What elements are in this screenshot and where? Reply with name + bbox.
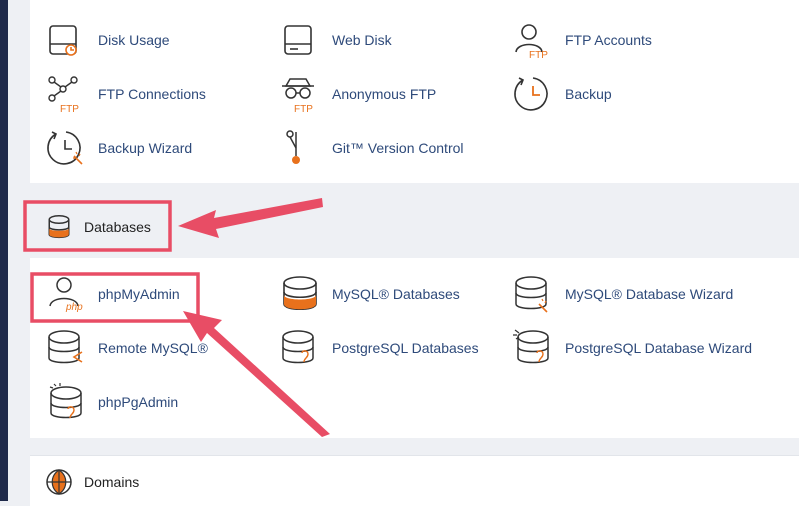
- svg-text:FTP: FTP: [294, 104, 313, 114]
- backup-link[interactable]: Backup: [513, 74, 612, 114]
- backup-label: Backup: [565, 86, 612, 102]
- backup-wizard-link[interactable]: Backup Wizard: [46, 128, 192, 168]
- domains-title: Domains: [84, 474, 140, 490]
- left-sidebar-edge: [0, 0, 8, 501]
- phppgadmin-label: phpPgAdmin: [98, 394, 179, 410]
- ftp-accounts-link[interactable]: FTP FTP Accounts: [513, 20, 652, 60]
- web-disk-label: Web Disk: [332, 32, 392, 48]
- databases-header-item[interactable]: Databases: [44, 207, 151, 247]
- phpmyadmin-icon: php: [46, 274, 86, 314]
- web-disk-icon: [280, 20, 320, 60]
- disk-usage-label: Disk Usage: [98, 32, 170, 48]
- backup-icon: [513, 74, 553, 114]
- git-version-control-link[interactable]: Git™ Version Control: [280, 128, 464, 168]
- git-icon: [280, 128, 320, 168]
- anonymous-ftp-icon: FTP: [280, 74, 320, 114]
- disk-usage-link[interactable]: Disk Usage: [46, 20, 170, 60]
- svg-text:FTP: FTP: [60, 104, 79, 114]
- postgresql-databases-link[interactable]: PostgreSQL Databases: [280, 328, 479, 368]
- mysql-databases-link[interactable]: MySQL® Databases: [280, 274, 460, 314]
- git-label: Git™ Version Control: [332, 140, 464, 156]
- web-disk-link[interactable]: Web Disk: [280, 20, 392, 60]
- postgresql-database-wizard-link[interactable]: PostgreSQL Database Wizard: [513, 328, 752, 368]
- backup-wizard-icon: [46, 128, 86, 168]
- ftp-accounts-label: FTP Accounts: [565, 32, 652, 48]
- phpmyadmin-label: phpMyAdmin: [98, 286, 180, 302]
- domains-section-header[interactable]: Domains: [30, 455, 799, 506]
- remote-mysql-label: Remote MySQL®: [98, 340, 208, 356]
- mysql-databases-label: MySQL® Databases: [332, 286, 460, 302]
- phpmyadmin-link[interactable]: php phpMyAdmin: [46, 274, 180, 314]
- postgresql-wizard-icon: [513, 328, 553, 368]
- ftp-connections-label: FTP Connections: [98, 86, 206, 102]
- remote-mysql-icon: [46, 328, 86, 368]
- mysql-wizard-icon: [513, 274, 553, 314]
- postgresql-databases-icon: [280, 328, 320, 368]
- domains-header-item[interactable]: Domains: [44, 462, 139, 502]
- postgresql-databases-label: PostgreSQL Databases: [332, 340, 479, 356]
- anonymous-ftp-label: Anonymous FTP: [332, 86, 437, 102]
- database-icon: [44, 212, 74, 242]
- remote-mysql-link[interactable]: Remote MySQL®: [46, 328, 208, 368]
- svg-text:FTP: FTP: [529, 50, 548, 60]
- ftp-connections-icon: FTP: [46, 74, 86, 114]
- databases-title: Databases: [84, 219, 151, 235]
- globe-icon: [44, 467, 74, 497]
- backup-wizard-label: Backup Wizard: [98, 140, 193, 156]
- phppgadmin-link[interactable]: phpPgAdmin: [46, 382, 178, 422]
- postgresql-wizard-label: PostgreSQL Database Wizard: [565, 340, 753, 356]
- anonymous-ftp-link[interactable]: FTP Anonymous FTP: [280, 74, 436, 114]
- mysql-databases-icon: [280, 274, 320, 314]
- mysql-wizard-label: MySQL® Database Wizard: [565, 286, 734, 302]
- mysql-database-wizard-link[interactable]: MySQL® Database Wizard: [513, 274, 733, 314]
- svg-text:php: php: [65, 302, 83, 313]
- ftp-connections-link[interactable]: FTP FTP Connections: [46, 74, 206, 114]
- phppgadmin-icon: [46, 382, 86, 422]
- databases-section-header[interactable]: Databases: [30, 199, 799, 255]
- ftp-accounts-icon: FTP: [513, 20, 553, 60]
- disk-usage-icon: [46, 20, 86, 60]
